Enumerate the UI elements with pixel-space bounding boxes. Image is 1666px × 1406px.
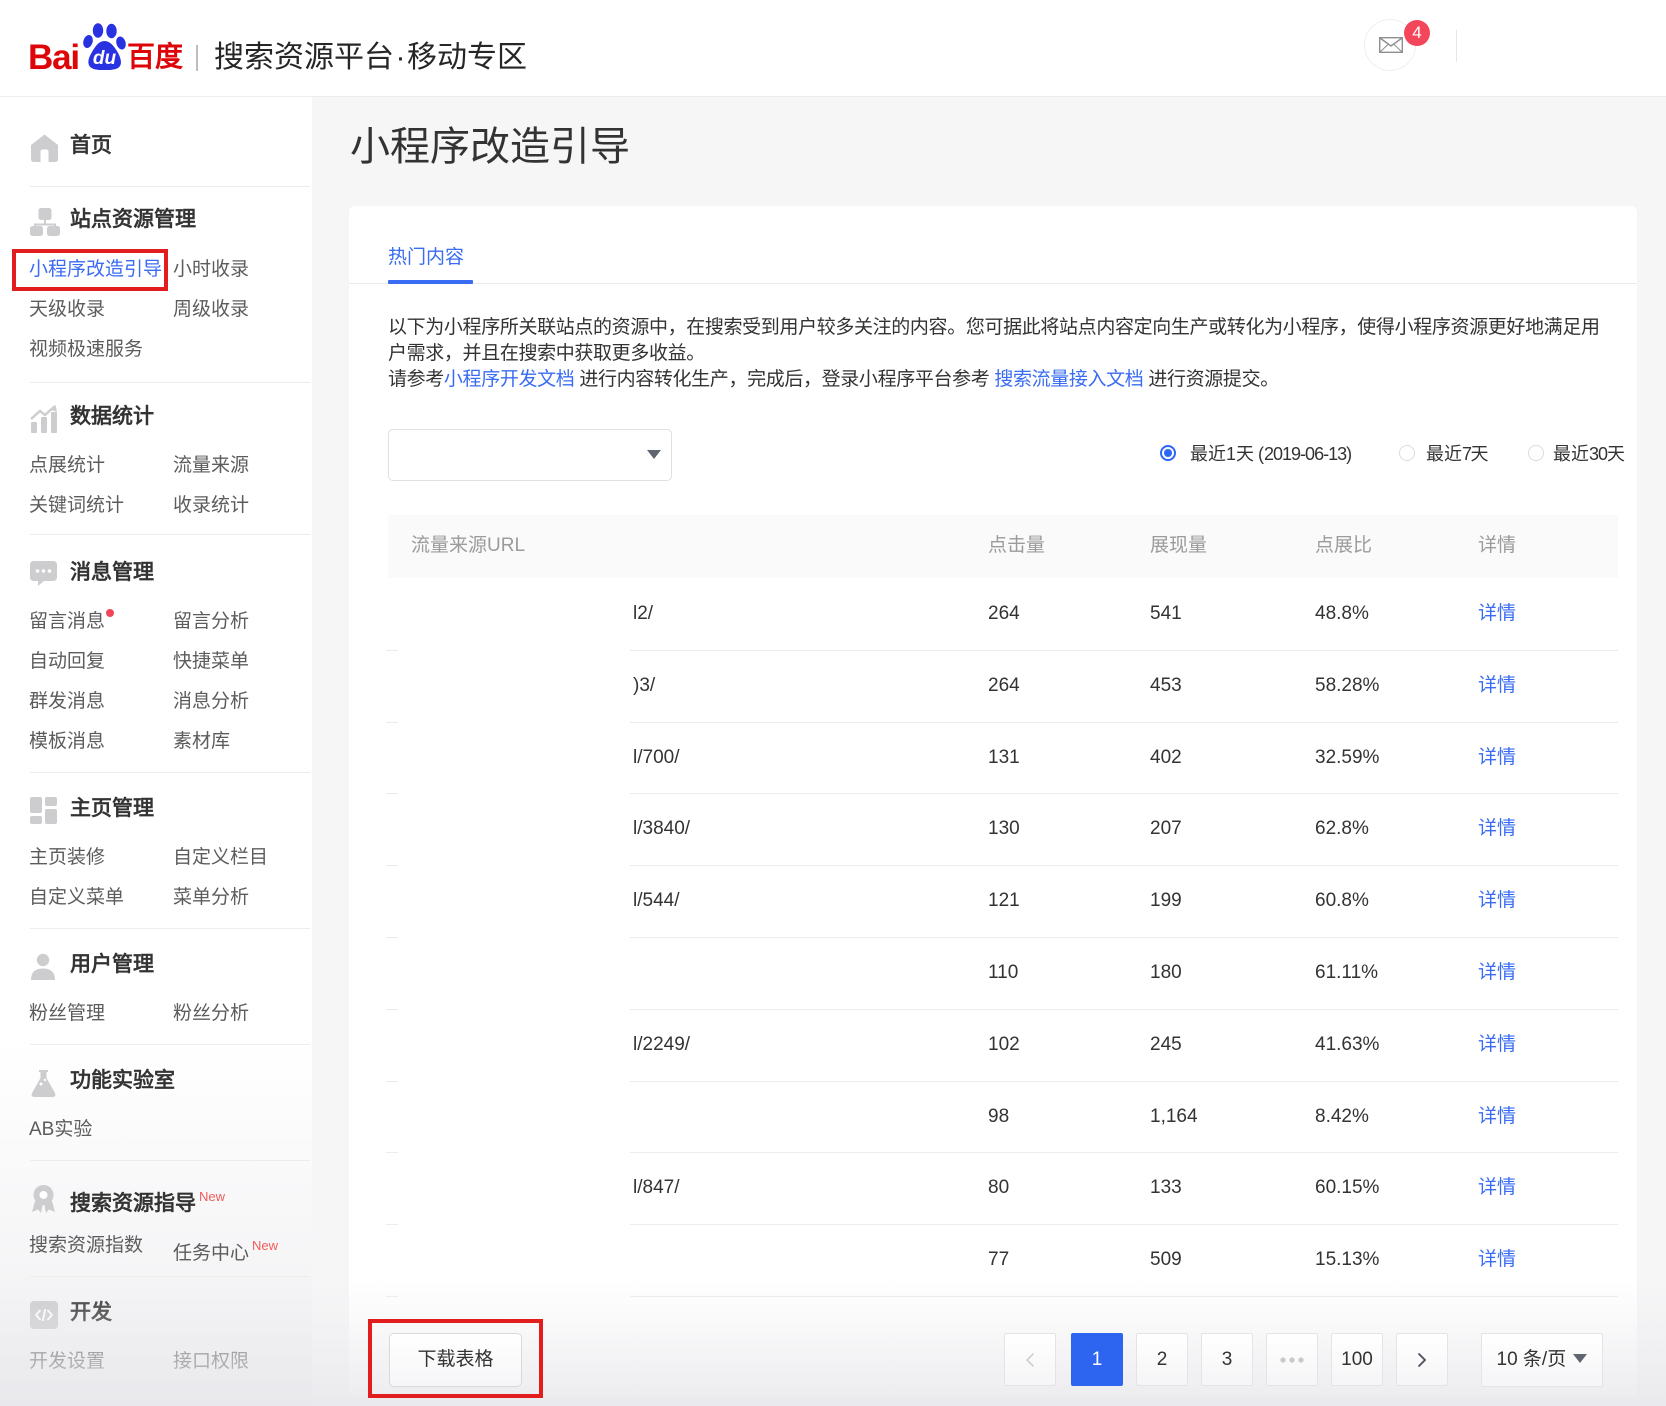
svg-text:du: du	[93, 48, 117, 69]
